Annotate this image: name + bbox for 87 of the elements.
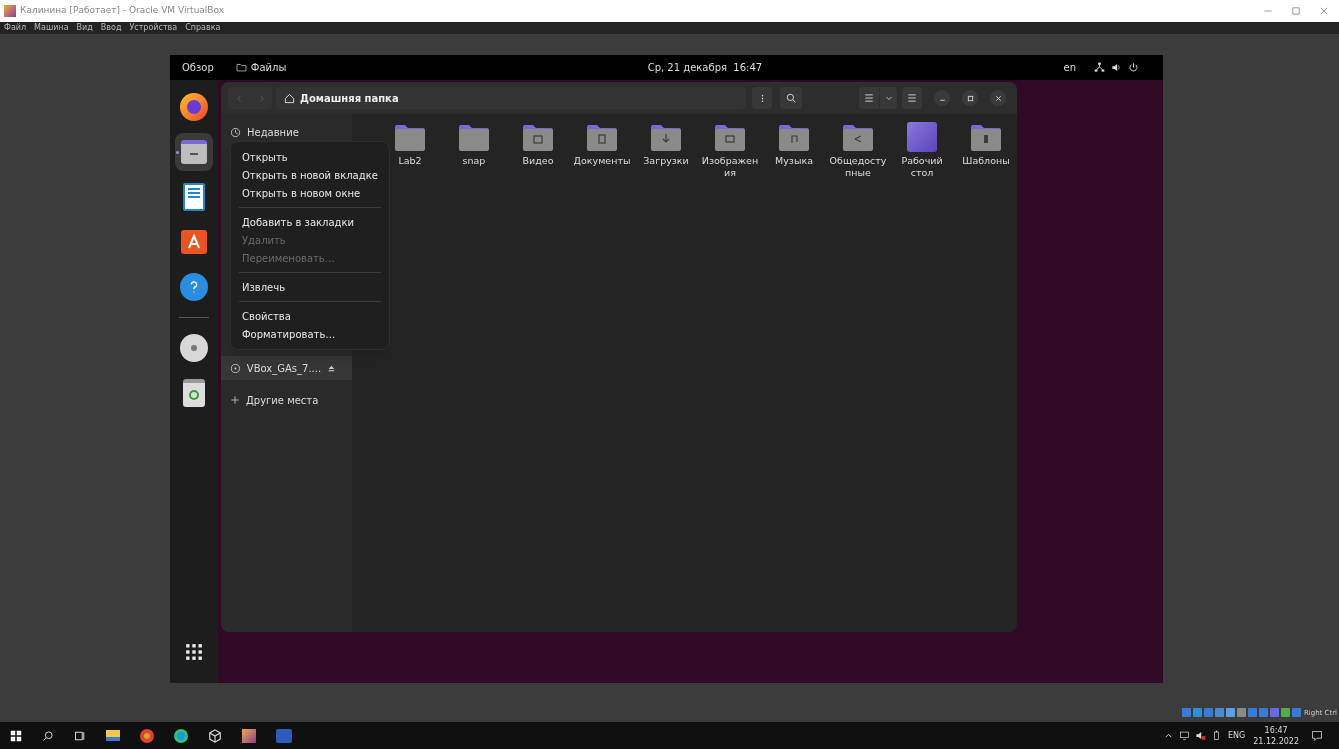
sidebar-item[interactable]: Другие места [221, 388, 352, 412]
network-icon [1094, 62, 1105, 73]
file-cabinet-icon[interactable] [175, 133, 213, 171]
context-menu-item[interactable]: Извлечь [239, 278, 381, 296]
shared-folder-icon [842, 124, 874, 152]
eject-icon [327, 363, 336, 373]
app-logo-icon [4, 5, 16, 17]
app-grid-icon [185, 643, 203, 661]
menu-item[interactable]: Устройства [129, 24, 178, 32]
context-menu-item[interactable]: Открыть в новой вкладке [239, 166, 381, 184]
document-folder-icon [586, 124, 618, 152]
chevron-up-icon [1163, 731, 1173, 740]
menu-button[interactable] [902, 87, 922, 109]
menu-item[interactable]: Машина [34, 24, 69, 32]
close-icon [1319, 6, 1329, 16]
maximize-icon [1291, 6, 1301, 16]
folder-name[interactable]: Общедоступные [828, 155, 888, 179]
desktop-folder-icon [907, 122, 937, 152]
taskbar-date[interactable]: 21.12.2022 [1253, 735, 1299, 747]
menu-item[interactable]: Вид [76, 24, 93, 32]
keyboard-layout[interactable]: en [1063, 60, 1076, 75]
language-indicator[interactable]: ENG [1227, 729, 1246, 742]
app-logo-icon[interactable] [242, 728, 256, 743]
close-button[interactable] [990, 90, 1006, 106]
video-folder-icon [522, 124, 554, 152]
context-menu-item[interactable]: Открыть [239, 148, 381, 166]
folder-name[interactable]: Документы [572, 155, 632, 167]
browser-icon[interactable] [140, 728, 154, 743]
menu-item[interactable]: Справка [185, 24, 221, 32]
music-folder-icon [778, 124, 810, 152]
folder-outline-icon [235, 62, 247, 73]
sidebar-item[interactable]: Недавние [221, 120, 352, 144]
menu-item[interactable]: Файл [4, 24, 27, 32]
search-icon [42, 729, 54, 742]
folder-icon[interactable] [106, 730, 120, 741]
context-menu-item[interactable]: Добавить в закладки [239, 213, 381, 231]
sidebar-label: Недавние [247, 125, 300, 140]
folder-name[interactable]: Видео [508, 155, 568, 167]
view-options-button[interactable] [879, 87, 897, 109]
template-folder-icon [970, 124, 1002, 152]
menu-item[interactable]: Ввод [100, 24, 122, 32]
sidebar-item[interactable]: VBox_GAs_7.... [221, 356, 352, 380]
view-list-button[interactable] [859, 87, 879, 109]
folder-name[interactable]: Рабочий стол [892, 155, 952, 179]
folder-icon [394, 124, 426, 152]
menu-icon [907, 93, 917, 103]
context-menu-item[interactable]: Свойства [239, 307, 381, 325]
monitor-icon [1178, 730, 1190, 741]
folder-name[interactable]: Загрузки [636, 155, 696, 167]
windows-logo-icon [10, 729, 22, 742]
sidebar-label: Другие места [246, 393, 320, 408]
volume-icon [1111, 62, 1122, 73]
clock-icon [230, 126, 241, 138]
context-menu-item[interactable]: Форматировать… [239, 325, 381, 343]
cube-icon [208, 728, 222, 743]
maximize-icon [966, 94, 974, 102]
folder-icon [458, 124, 490, 152]
window-title: Калинина [Работает] - Oracle VM VirtualBox [20, 4, 226, 18]
chevron-left-icon [234, 93, 244, 103]
picture-folder-icon [714, 124, 746, 152]
search-button[interactable] [780, 87, 802, 109]
browser-icon[interactable] [174, 728, 188, 743]
chevron-down-icon [884, 94, 893, 102]
folder-name[interactable]: Шаблоны [956, 155, 1016, 167]
folder-name[interactable]: snap [444, 155, 504, 167]
home-icon [284, 92, 295, 104]
app-menu-label[interactable]: Файлы [250, 60, 287, 75]
folder-name[interactable]: Музыка [764, 155, 824, 167]
disc-icon [230, 362, 241, 374]
download-folder-icon [650, 124, 682, 152]
sidebar-label: VBox_GAs_7.... [246, 361, 322, 376]
context-menu-item[interactable]: Открыть в новом окне [239, 184, 381, 202]
clock[interactable]: Ср, 21 декабря 16:47 [647, 60, 763, 75]
search-icon [786, 93, 796, 103]
speaker-muted-icon [1194, 730, 1206, 741]
power-icon [1128, 62, 1139, 73]
path-label: Домашняя папка [300, 91, 399, 106]
list-icon [864, 93, 874, 103]
plus-icon [230, 395, 240, 405]
folder-name[interactable]: Изображения [700, 155, 760, 179]
taskbar-time[interactable]: 16:47 [1264, 724, 1288, 736]
close-icon [994, 94, 1002, 102]
path-bar[interactable]: Домашняя папка [276, 87, 746, 109]
notification-icon [1311, 729, 1323, 742]
task-view-icon [74, 729, 86, 742]
activities-button[interactable]: Обзор [182, 60, 214, 75]
maximize-button[interactable] [962, 90, 978, 106]
